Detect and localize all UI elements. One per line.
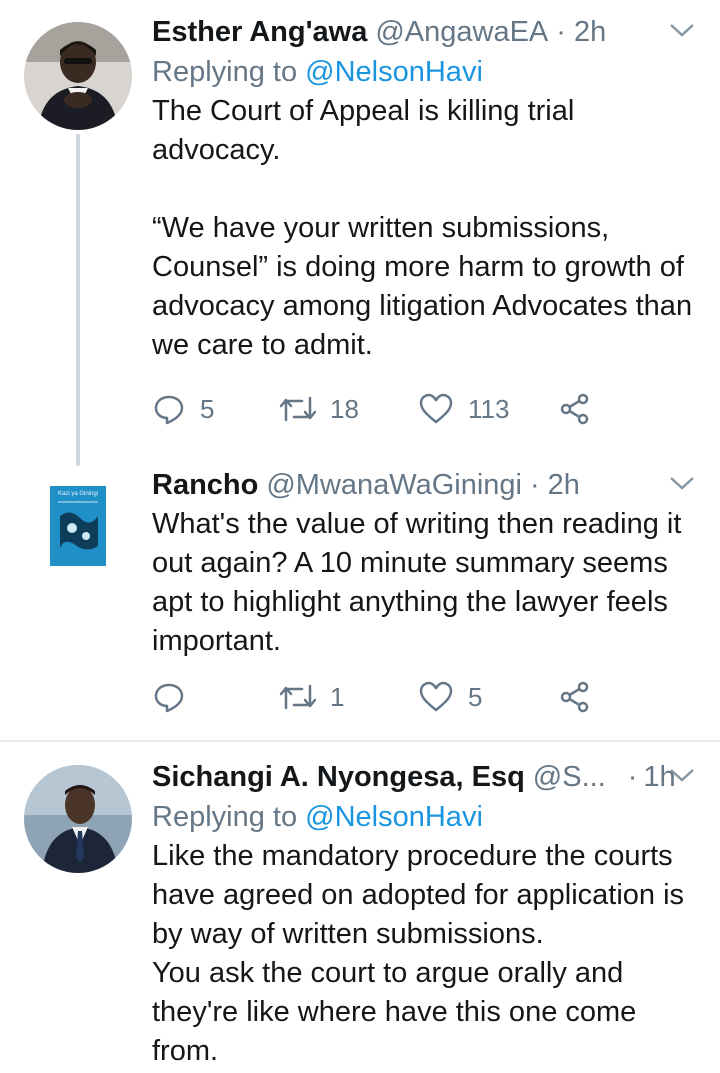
tweet-actions: 1 5 — [152, 677, 592, 717]
tweet-divider — [0, 740, 720, 742]
heart-icon — [419, 681, 453, 712]
avatar[interactable] — [24, 22, 132, 130]
replying-prefix: Replying to — [152, 801, 306, 833]
reply-button[interactable] — [152, 680, 278, 714]
share-button[interactable] — [558, 392, 592, 426]
chevron-down-icon[interactable] — [668, 473, 696, 493]
heart-icon — [419, 393, 453, 424]
timestamp[interactable]: 2h — [548, 469, 580, 502]
share-icon — [560, 393, 589, 425]
reply-icon — [154, 683, 184, 713]
display-name[interactable]: Esther Ang'awa — [152, 16, 367, 49]
like-count: 113 — [468, 393, 510, 424]
user-handle[interactable]: @MwanaWaGiningi — [266, 469, 522, 502]
like-button[interactable]: 113 — [418, 392, 558, 426]
avatar[interactable]: Kazi ya Giningi — [50, 486, 106, 566]
replying-to-link[interactable]: @NelsonHavi — [305, 801, 483, 833]
timestamp[interactable]: 2h — [574, 16, 606, 49]
tweet-text: What's the value of writing then reading… — [152, 508, 682, 657]
retweet-count: 1 — [330, 681, 345, 712]
reply-button[interactable]: 5 — [152, 392, 278, 426]
tweet-header: Rancho @MwanaWaGiningi · 2h — [152, 465, 696, 505]
share-icon — [560, 681, 589, 713]
tweet-text: The Court of Appeal is killing trial adv… — [152, 95, 693, 361]
separator-dot: · — [556, 15, 566, 48]
display-name[interactable]: Sichangi A. Nyongesa, Esq — [152, 761, 525, 794]
display-name[interactable]: Rancho — [152, 469, 258, 502]
like-button[interactable]: 5 — [418, 680, 558, 714]
tweet-actions: 5 18 113 — [152, 389, 592, 429]
chevron-down-icon[interactable] — [668, 20, 696, 40]
reply-icon — [154, 395, 184, 425]
retweet-button[interactable]: 18 — [278, 392, 418, 426]
replying-to: Replying to @NelsonHavi — [152, 797, 696, 837]
avatar[interactable] — [24, 765, 132, 873]
replying-to: Replying to @NelsonHavi — [152, 52, 696, 92]
user-handle[interactable]: @AngawaEA — [375, 16, 548, 49]
like-count: 5 — [468, 681, 483, 712]
thumbnail-title: Kazi ya Giningi — [58, 491, 98, 497]
tweet-header: Esther Ang'awa @AngawaEA · 2h — [152, 12, 696, 52]
replying-to-link[interactable]: @NelsonHavi — [305, 56, 483, 88]
retweet-count: 18 — [330, 393, 359, 424]
user-handle[interactable]: @S... — [533, 761, 606, 794]
share-button[interactable] — [558, 680, 592, 714]
thread-line — [76, 134, 80, 466]
retweet-icon — [279, 396, 317, 422]
separator-dot: · — [627, 760, 638, 793]
tweet-header: Sichangi A. Nyongesa, Esq @S... · 1h — [152, 757, 696, 797]
chevron-down-icon[interactable] — [668, 765, 696, 785]
retweet-icon — [279, 684, 317, 710]
retweet-button[interactable]: 1 — [278, 680, 418, 714]
reply-count: 5 — [200, 393, 215, 424]
separator-dot: · — [529, 468, 540, 501]
replying-prefix: Replying to — [152, 56, 306, 88]
tweet-text: Like the mandatory procedure the courts … — [152, 840, 685, 1067]
